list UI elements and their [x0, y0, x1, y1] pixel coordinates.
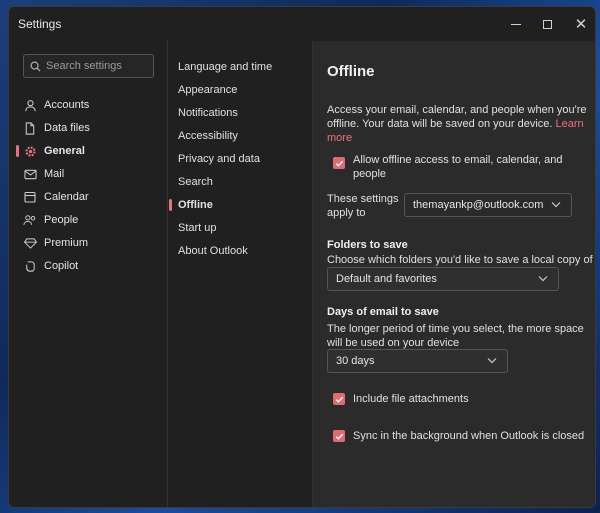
submenu-item-accessibility[interactable]: Accessibility: [178, 127, 238, 145]
sidebar-item-label: Copilot: [44, 260, 79, 272]
sidebar-item-label: Accounts: [44, 99, 90, 111]
folders-select-value: Default and favorites: [336, 273, 437, 285]
close-icon: ✕: [574, 15, 588, 33]
account-select[interactable]: themayankp@outlook.com: [404, 193, 572, 217]
title-bar: Settings ✕: [9, 7, 595, 41]
sidebar-item-label: Calendar: [44, 191, 89, 203]
chevron-down-icon: [487, 358, 497, 364]
include-attachments-label: Include file attachments: [353, 393, 469, 405]
chevron-down-icon: [551, 202, 561, 208]
days-description: The longer period of time you select, th…: [327, 323, 584, 349]
settings-apply-label: These settings apply to: [327, 193, 399, 219]
allow-offline-checkbox[interactable]: [333, 157, 345, 169]
sidebar-item-general[interactable]: General: [16, 141, 162, 161]
sidebar-item-label: People: [44, 214, 79, 226]
copilot-icon: [23, 259, 37, 273]
sync-background-label: Sync in the background when Outlook is c…: [353, 430, 585, 442]
person-icon: [23, 98, 37, 112]
sync-background-checkbox[interactable]: [333, 430, 345, 442]
checkmark-icon: [335, 160, 343, 167]
general-submenu: Language and time Appearance Notificatio…: [168, 41, 313, 507]
people-icon: [23, 213, 37, 227]
submenu-item-offline[interactable]: Offline: [169, 196, 213, 214]
sidebar-item-people[interactable]: People: [17, 210, 162, 230]
sidebar-item-accounts[interactable]: Accounts: [17, 95, 162, 115]
search-icon: [30, 61, 41, 71]
days-select[interactable]: 30 days: [327, 349, 508, 373]
include-attachments-checkbox[interactable]: [333, 393, 345, 405]
days-title: Days of email to save: [327, 306, 439, 318]
minimize-button[interactable]: [501, 12, 531, 36]
settings-sidebar: Accounts Data files General Mail Calenda…: [9, 41, 168, 507]
maximize-icon: [542, 19, 552, 29]
days-select-value: 30 days: [336, 355, 375, 367]
gear-icon: [23, 144, 37, 158]
settings-window: Settings ✕ Accounts Data files General M…: [8, 6, 596, 508]
checkmark-icon: [335, 433, 343, 440]
sidebar-item-label: Data files: [44, 122, 90, 134]
submenu-item-start-up[interactable]: Start up: [178, 219, 217, 237]
sidebar-item-calendar[interactable]: Calendar: [17, 187, 162, 207]
sidebar-item-label: Mail: [44, 168, 65, 180]
chevron-down-icon: [538, 276, 548, 282]
sidebar-item-label: Premium: [44, 237, 89, 249]
window-title: Settings: [18, 17, 62, 31]
folders-title: Folders to save: [327, 239, 408, 251]
submenu-item-search[interactable]: Search: [178, 173, 213, 191]
sidebar-item-mail[interactable]: Mail: [17, 164, 162, 184]
learn-more-link-continued[interactable]: more: [327, 131, 589, 145]
offline-description: Access your email, calendar, and people …: [327, 103, 589, 145]
sidebar-item-data-files[interactable]: Data files: [17, 118, 162, 138]
submenu-item-notifications[interactable]: Notifications: [178, 104, 238, 122]
diamond-icon: [23, 236, 37, 250]
close-button[interactable]: ✕: [566, 12, 595, 36]
file-icon: [23, 121, 37, 135]
mail-icon: [23, 167, 37, 181]
sidebar-item-copilot[interactable]: Copilot: [17, 256, 162, 276]
minimize-icon: [511, 23, 521, 25]
learn-more-link[interactable]: Learn: [556, 118, 584, 130]
account-select-value: themayankp@outlook.com: [413, 199, 544, 211]
sidebar-item-label: General: [44, 145, 85, 157]
checkmark-icon: [335, 396, 343, 403]
folders-select[interactable]: Default and favorites: [327, 267, 559, 291]
calendar-icon: [23, 190, 37, 204]
submenu-item-language-and-time[interactable]: Language and time: [178, 58, 272, 76]
submenu-item-appearance[interactable]: Appearance: [178, 81, 237, 99]
allow-offline-label: Allow offline access to email, calendar,…: [353, 154, 563, 180]
folders-description: Choose which folders you'd like to save …: [327, 254, 593, 266]
search-box[interactable]: [23, 54, 154, 78]
search-input[interactable]: [46, 60, 146, 72]
submenu-item-about-outlook[interactable]: About Outlook: [178, 242, 248, 260]
offline-settings-panel: Offline Access your email, calendar, and…: [313, 41, 595, 507]
maximize-button[interactable]: [532, 12, 562, 36]
sidebar-item-premium[interactable]: Premium: [17, 233, 162, 253]
submenu-item-privacy-and-data[interactable]: Privacy and data: [178, 150, 260, 168]
page-title: Offline: [327, 63, 375, 80]
